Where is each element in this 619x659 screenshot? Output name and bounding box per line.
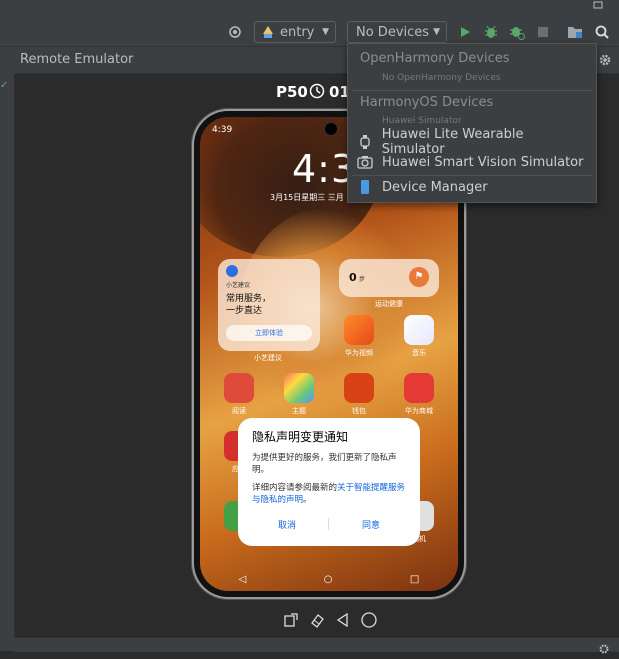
profile-icon[interactable] [507,22,527,42]
watch-icon [356,134,374,150]
app-themes-icon[interactable] [284,373,314,403]
button-divider [328,518,329,530]
recents-icon[interactable]: □ [410,574,419,585]
check-icon: ✓ [0,80,9,91]
panel-title: Remote Emulator [20,52,134,67]
back-icon[interactable]: ◁ [239,574,247,585]
steps-value: 0 [349,271,357,284]
device-item-lite-wearable[interactable]: Huawei Lite Wearable Simulator [356,127,588,157]
dialog-body-suffix: 。 [303,495,312,505]
app-wallet-icon[interactable] [344,373,374,403]
app-label: 主题 [292,407,306,415]
dialog-body-prefix: 详细内容请参阅最新的 [252,483,338,493]
device-name: P50 [276,83,308,101]
device-item-label: Huawei Smart Vision Simulator [382,154,584,170]
dialog-title: 隐私声明变更通知 [252,430,349,444]
location-icon [226,265,238,277]
divider [352,175,592,176]
stop-icon[interactable] [534,22,552,42]
rotate-icon[interactable] [282,611,300,629]
group-header-harmonyos: HarmonyOS Devices [360,95,494,110]
settings-gear-icon[interactable] [598,52,612,71]
phone-navbar: ◁ ○ □ [200,569,458,589]
device-manager-item[interactable]: Device Manager [356,177,588,197]
dialog-body-link-paragraph: 详细内容请参阅最新的关于智能提醒服务与隐私的声明。 [252,482,407,506]
steps-widget[interactable]: 0 步 ⚑ [339,259,439,297]
run-configuration-combo[interactable]: entry ▼ [254,21,336,43]
device-item-smart-vision[interactable]: Huawei Smart Vision Simulator [356,152,588,172]
maximize-icon[interactable] [590,0,606,10]
device-dropdown: OpenHarmony Devices No OpenHarmony Devic… [347,43,597,203]
home-icon[interactable]: ○ [324,574,333,585]
app-label: 华为视频 [345,349,373,357]
status-strip [14,637,619,654]
app-label: 钱包 [352,407,366,415]
timer-icon [309,83,325,103]
run-configuration-label: entry [280,24,315,40]
app-huawei-video-icon[interactable] [344,315,374,345]
divider [352,90,592,91]
run-icon[interactable] [456,22,474,42]
app-label: 华为商城 [405,407,433,415]
tip-line2: 一步直达 [226,306,263,316]
steps-unit: 步 [359,276,366,283]
search-icon[interactable] [592,22,612,42]
app-music-icon[interactable] [404,315,434,345]
app-label: 音乐 [412,349,426,357]
app-reading-icon[interactable] [224,373,254,403]
emulator-controls [282,611,378,629]
device-combo[interactable]: No Devices ▼ [347,21,447,43]
home-icon[interactable] [360,611,378,629]
main-toolbar: entry ▼ No Devices ▼ [0,0,619,47]
device-manager-icon [356,179,374,195]
target-icon[interactable] [226,22,244,42]
camera-cutout [325,123,337,135]
eraser-icon[interactable] [308,611,326,629]
chevron-down-icon: ▼ [433,27,440,37]
dialog-body: 为提供更好的服务，我们更新了隐私声明。 [252,453,397,475]
left-tool-strip: ✓ [0,47,15,651]
privacy-dialog: 隐私声明变更通知 为提供更好的服务，我们更新了隐私声明。 详细内容请参阅最新的关… [238,418,420,546]
status-time: 4:39 [212,125,233,135]
tip-small: 小艺建议 [226,282,251,289]
app-label: 阅读 [232,407,246,415]
empty-openharmony: No OpenHarmony Devices [382,73,501,83]
app-vmall-icon[interactable] [404,373,434,403]
steps-widget-label: 运动健康 [375,300,403,308]
group-sub-huawei-simulator: Huawei Simulator [382,116,462,126]
device-file-browser-icon[interactable] [565,22,585,42]
cancel-button[interactable]: 取消 [278,518,296,531]
entry-module-icon [261,25,275,39]
tip-button[interactable]: 立即体验 [226,325,312,341]
device-manager-label: Device Manager [382,179,488,195]
debug-icon[interactable] [481,22,501,42]
tip-widget-label: 小艺建议 [254,354,282,362]
tip-widget[interactable]: 小艺建议 常用服务， 一步直达 立即体验 [218,259,320,351]
camera-icon [356,154,374,170]
agree-button[interactable]: 同意 [362,518,380,531]
back-icon[interactable] [334,611,352,629]
running-icon: ⚑ [409,267,429,287]
device-combo-label: No Devices [356,24,430,40]
settings-gear-icon[interactable] [598,640,610,659]
date-text: 3月15日星期三 三月 [270,193,344,202]
chevron-down-icon: ▼ [322,27,329,37]
group-header-openharmony: OpenHarmony Devices [360,51,510,66]
